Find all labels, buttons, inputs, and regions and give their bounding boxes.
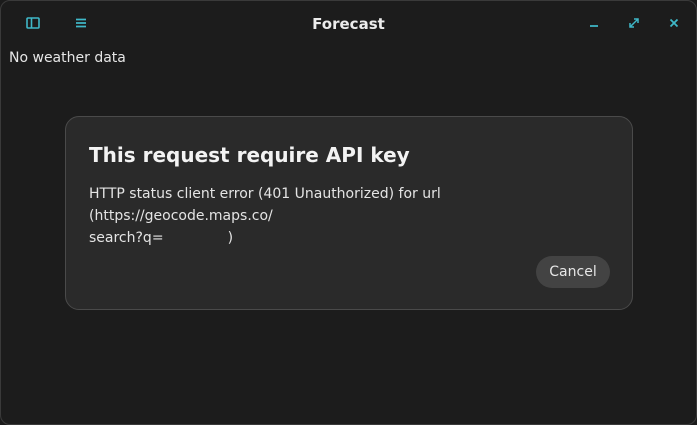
- dialog-message-line2-suffix: ): [227, 230, 234, 246]
- dialog-message: HTTP status client error (401 Unauthoriz…: [89, 183, 609, 249]
- dialog-message-line2-prefix: search?q=: [89, 230, 164, 246]
- close-icon: [669, 18, 679, 28]
- no-data-message: No weather data: [9, 50, 126, 66]
- title-bar: Forecast: [1, 1, 696, 47]
- maximize-icon: [628, 17, 640, 29]
- cancel-button[interactable]: Cancel: [536, 256, 610, 288]
- error-dialog: This request require API key HTTP status…: [65, 116, 633, 310]
- redacted-query: [163, 231, 228, 245]
- minimize-icon: [589, 18, 599, 28]
- app-window: Forecast No weather data This request re…: [0, 0, 697, 425]
- minimize-button[interactable]: [580, 9, 608, 37]
- maximize-button[interactable]: [620, 9, 648, 37]
- close-button[interactable]: [660, 9, 688, 37]
- dialog-message-line1: HTTP status client error (401 Unauthoriz…: [89, 186, 441, 224]
- dialog-title: This request require API key: [89, 143, 410, 167]
